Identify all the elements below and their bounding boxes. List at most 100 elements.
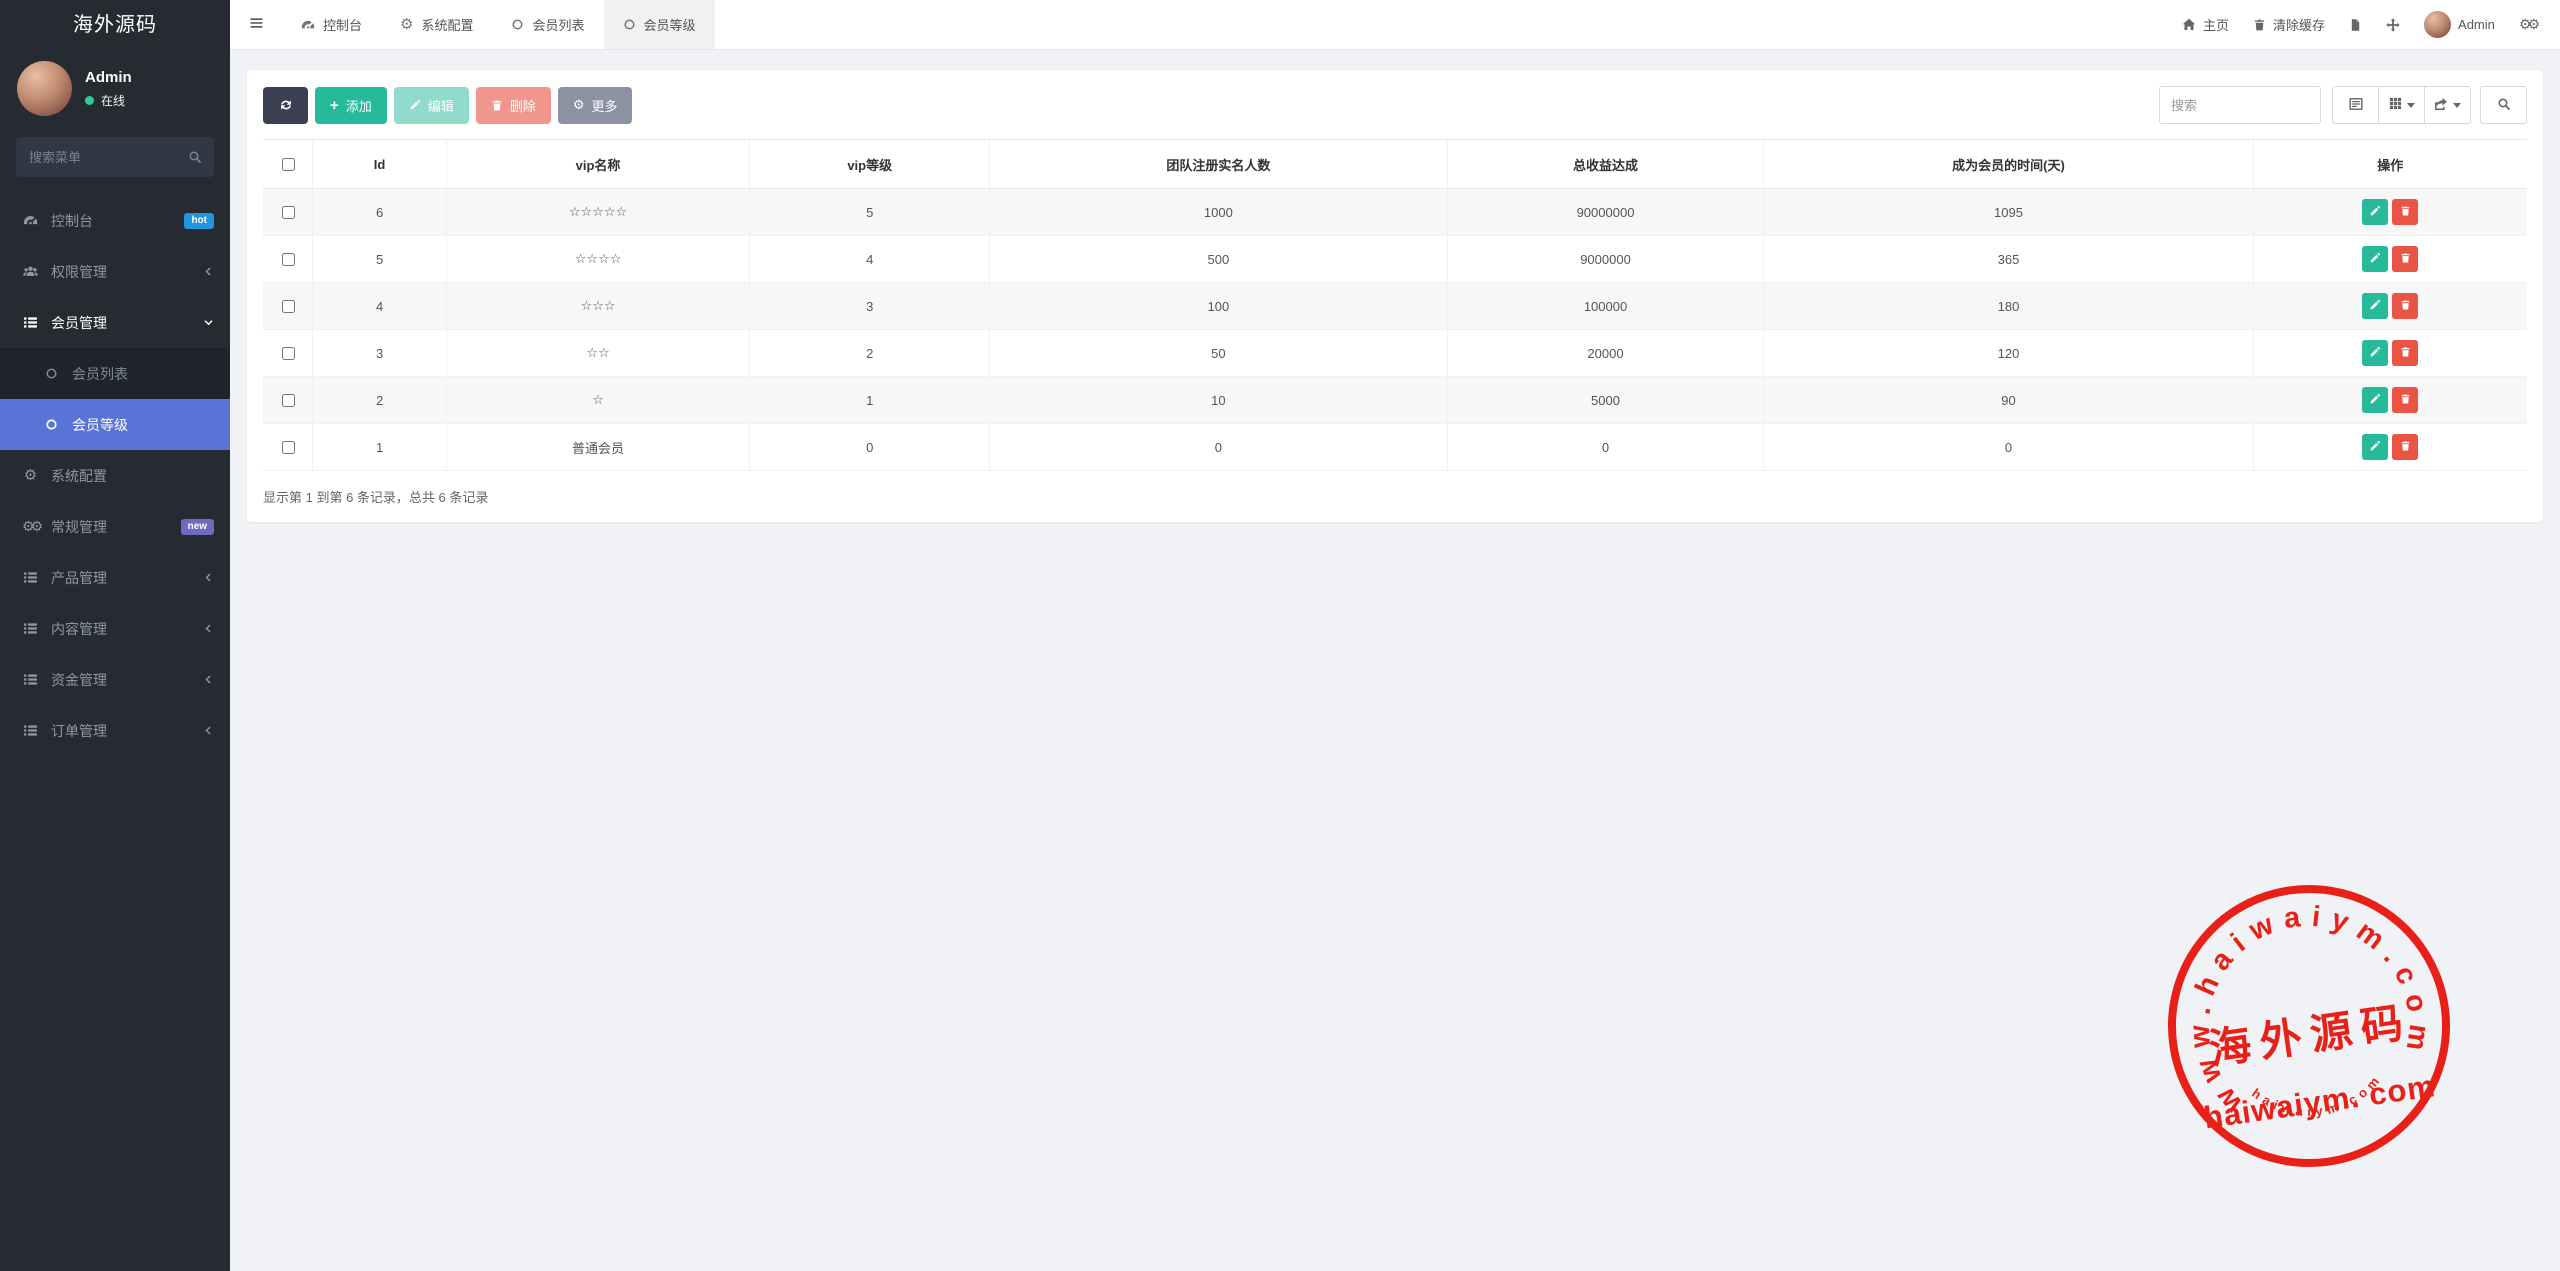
circle-o-icon bbox=[42, 367, 61, 380]
row-actions-cell bbox=[2253, 189, 2527, 236]
table-cell: 1095 bbox=[1764, 189, 2253, 236]
sidebar-item-member-list[interactable]: 会员列表 bbox=[0, 348, 230, 399]
tab-member-list[interactable]: 会员列表 bbox=[492, 0, 603, 49]
sidebar-item-console[interactable]: 控制台 hot bbox=[0, 195, 230, 246]
tab-system-config[interactable]: ⚙ 系统配置 bbox=[381, 0, 492, 49]
clear-cache-label: 清除缓存 bbox=[2273, 15, 2325, 34]
edit-row-button[interactable] bbox=[2362, 246, 2388, 272]
tab-member-level[interactable]: 会员等级 bbox=[604, 0, 715, 49]
tachometer-icon bbox=[301, 18, 315, 32]
list-icon bbox=[21, 570, 40, 585]
avatar bbox=[17, 61, 72, 116]
sidebar: 海外源码 Admin 在线 控制台 hot bbox=[0, 0, 230, 1271]
sidebar-item-orders[interactable]: 订单管理 bbox=[0, 705, 230, 756]
edit-button[interactable]: 编辑 bbox=[394, 87, 469, 124]
sidebar-item-permissions[interactable]: 权限管理 bbox=[0, 246, 230, 297]
pencil-icon bbox=[2369, 252, 2381, 267]
row-actions-cell bbox=[2253, 377, 2527, 424]
tab-console[interactable]: 控制台 bbox=[282, 0, 381, 49]
row-checkbox[interactable] bbox=[282, 441, 295, 454]
table-cell: 6 bbox=[313, 189, 447, 236]
gear-icon: ⚙ bbox=[573, 99, 585, 112]
table-cell: 365 bbox=[1764, 236, 2253, 283]
circle-o-icon bbox=[623, 18, 636, 31]
row-checkbox[interactable] bbox=[282, 206, 295, 219]
sidebar-search-input[interactable] bbox=[16, 137, 214, 177]
table-cell: 3 bbox=[313, 330, 447, 377]
table-cell: 100 bbox=[990, 283, 1447, 330]
chevron-left-icon bbox=[203, 623, 214, 634]
row-checkbox[interactable] bbox=[282, 300, 295, 313]
delete-row-button[interactable] bbox=[2392, 434, 2418, 460]
table-header-row: Id vip名称 vip等级 团队注册实名人数 总收益达成 成为会员的时间(天)… bbox=[263, 140, 2527, 189]
sidebar-item-members[interactable]: 会员管理 bbox=[0, 297, 230, 348]
table-cell: 1000 bbox=[990, 189, 1447, 236]
settings-button[interactable]: ⚙⚙ bbox=[2507, 0, 2548, 49]
user-panel: Admin 在线 bbox=[0, 50, 230, 129]
delete-row-button[interactable] bbox=[2392, 199, 2418, 225]
plus-icon: + bbox=[330, 98, 339, 113]
row-select-cell bbox=[263, 189, 313, 236]
table-cell: 0 bbox=[990, 424, 1447, 471]
table-cell: 5 bbox=[750, 189, 990, 236]
caret-down-icon bbox=[2453, 103, 2461, 108]
trash-icon bbox=[2400, 346, 2411, 361]
table-search-input[interactable] bbox=[2159, 86, 2321, 124]
select-all-checkbox[interactable] bbox=[282, 158, 295, 171]
edit-row-button[interactable] bbox=[2362, 340, 2388, 366]
chevron-left-icon bbox=[203, 725, 214, 736]
sidebar-item-products[interactable]: 产品管理 bbox=[0, 552, 230, 603]
detail-view-button[interactable] bbox=[2332, 86, 2379, 124]
search-toggle-button[interactable] bbox=[2480, 86, 2527, 124]
table-cell: 9000000 bbox=[1447, 236, 1764, 283]
edit-row-button[interactable] bbox=[2362, 293, 2388, 319]
user-menu[interactable]: Admin bbox=[2412, 0, 2507, 49]
user-name: Admin bbox=[85, 69, 132, 86]
add-button[interactable]: + 添加 bbox=[315, 87, 387, 124]
row-checkbox[interactable] bbox=[282, 253, 295, 266]
edit-row-button[interactable] bbox=[2362, 387, 2388, 413]
refresh-button[interactable] bbox=[263, 87, 308, 124]
table-cell: ☆ bbox=[446, 377, 749, 424]
language-button[interactable] bbox=[2337, 0, 2374, 49]
more-label: 更多 bbox=[591, 96, 617, 115]
row-checkbox[interactable] bbox=[282, 347, 295, 360]
fullscreen-button[interactable] bbox=[2374, 0, 2412, 49]
pagination-summary: 显示第 1 到第 6 条记录，总共 6 条记录 bbox=[263, 487, 2527, 506]
table-row: 6☆☆☆☆☆51000900000001095 bbox=[263, 189, 2527, 236]
columns-button[interactable] bbox=[2378, 86, 2425, 124]
delete-row-button[interactable] bbox=[2392, 387, 2418, 413]
home-button[interactable]: 主页 bbox=[2170, 0, 2241, 49]
table-cell: 1 bbox=[750, 377, 990, 424]
watermark-center-cn: 海外源码 bbox=[2206, 997, 2415, 1074]
caret-down-icon bbox=[2407, 103, 2415, 108]
table-cell: ☆☆ bbox=[446, 330, 749, 377]
delete-row-button[interactable] bbox=[2392, 340, 2418, 366]
edit-row-button[interactable] bbox=[2362, 434, 2388, 460]
table-cell: 0 bbox=[750, 424, 990, 471]
row-checkbox[interactable] bbox=[282, 394, 295, 407]
more-button[interactable]: ⚙ 更多 bbox=[558, 87, 633, 124]
menu-toggle-button[interactable] bbox=[230, 0, 282, 49]
watermark-bottom-text: haiwaiym.com bbox=[2248, 1068, 2390, 1128]
delete-row-button[interactable] bbox=[2392, 246, 2418, 272]
list-icon bbox=[21, 621, 40, 636]
list-icon bbox=[21, 723, 40, 738]
sidebar-item-funds[interactable]: 资金管理 bbox=[0, 654, 230, 705]
table-cell: ☆☆☆☆ bbox=[446, 236, 749, 283]
delete-button[interactable]: 删除 bbox=[476, 87, 551, 124]
export-button[interactable] bbox=[2424, 86, 2471, 124]
sidebar-menu: 控制台 hot 权限管理 会员管理 bbox=[0, 195, 230, 756]
trash-icon bbox=[2400, 299, 2411, 314]
sidebar-item-member-level[interactable]: 会员等级 bbox=[0, 399, 230, 450]
edit-row-button[interactable] bbox=[2362, 199, 2388, 225]
toolbar: + 添加 编辑 删除 bbox=[263, 86, 2527, 124]
list-icon bbox=[21, 672, 40, 687]
sidebar-item-contents[interactable]: 内容管理 bbox=[0, 603, 230, 654]
sidebar-item-general[interactable]: ⚙⚙ 常规管理 new bbox=[0, 501, 230, 552]
pencil-icon bbox=[2369, 440, 2381, 455]
sidebar-item-system-config[interactable]: ⚙ 系统配置 bbox=[0, 450, 230, 501]
add-label: 添加 bbox=[346, 96, 372, 115]
clear-cache-button[interactable]: 清除缓存 bbox=[2241, 0, 2337, 49]
delete-row-button[interactable] bbox=[2392, 293, 2418, 319]
